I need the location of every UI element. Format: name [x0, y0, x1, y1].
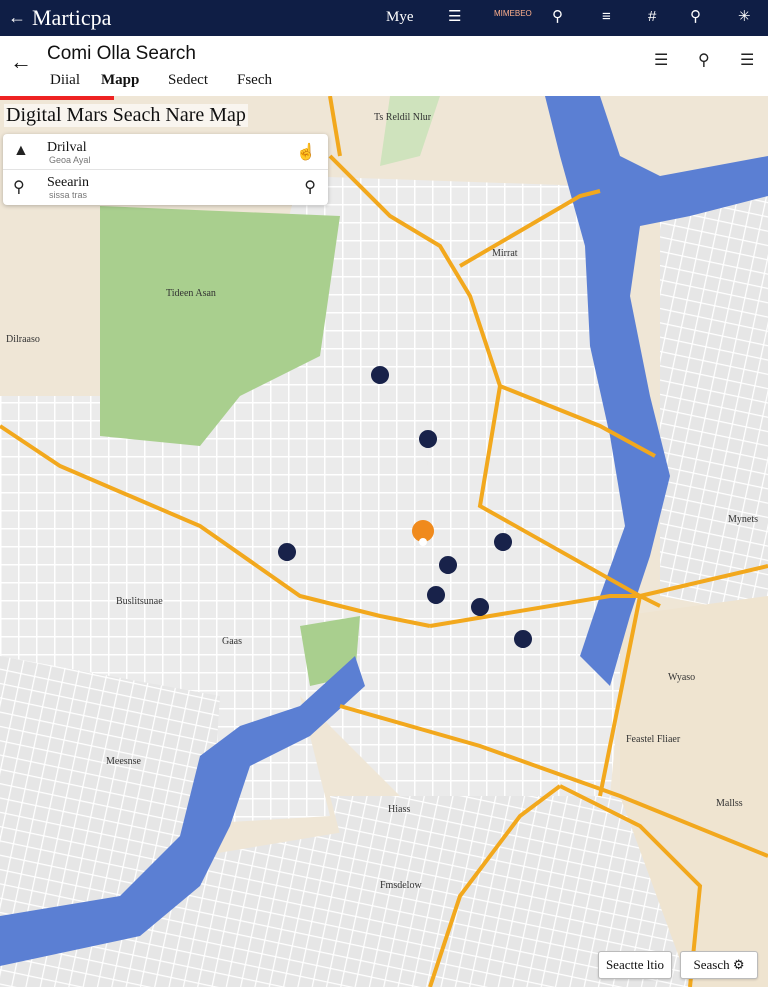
back-arrow-icon[interactable]: ←	[10, 49, 32, 75]
south-label: Hiass	[388, 804, 410, 815]
row-label: Drilval	[47, 140, 87, 155]
area-label: Gaas	[222, 636, 242, 647]
top-area-label: Ts Reldil Nlur	[374, 112, 432, 123]
hand-icon[interactable]: ☝	[296, 142, 316, 162]
top-bar: ← Marticpa Mye ☰ MIMEBEO ⚲ ≡ # ⚲ ✳	[0, 0, 768, 36]
search-panel: ▲ Drilval Geoa Ayal ☝ ⚲ Seearin sissa tr…	[3, 134, 328, 205]
location-icon: ▲	[13, 142, 29, 159]
tab-fsech[interactable]: Fsech	[237, 72, 272, 89]
row-sublabel: Geoa Ayal	[49, 155, 91, 165]
tab-diial[interactable]: Diial	[50, 72, 80, 89]
search-panel-row[interactable]: ▲ Drilval Geoa Ayal ☝	[3, 134, 328, 170]
search-icon[interactable]: ⚲	[304, 177, 316, 197]
app-title: Marticpa	[32, 5, 112, 30]
search-icon[interactable]: ⚲	[690, 7, 701, 27]
search-header: ← Comi Olla Search Diial Mapp Sedect Fse…	[0, 36, 768, 97]
mid-block-label: Mirrat	[492, 248, 518, 259]
arrow-left-icon[interactable]: ←	[8, 7, 26, 27]
east-label: Wyaso	[668, 672, 695, 683]
search-icon[interactable]: ⚲	[698, 50, 710, 70]
top-bar-label[interactable]: Mye	[386, 7, 414, 27]
map-canvas[interactable]: Tideen Asan Dilraaso Ts Reldil Nlur Mirr…	[0, 96, 768, 987]
search-here-button[interactable]: Seactte ltio	[598, 951, 672, 979]
southwest-label: Meesnse	[106, 756, 142, 767]
filter-icon: ⚙	[732, 957, 745, 972]
row-label: Seearin	[47, 175, 89, 190]
east-label-2: Feastel Fliaer	[626, 734, 681, 745]
filter-icon[interactable]: ≡	[602, 7, 611, 27]
selected-pin-center	[419, 538, 427, 546]
top-bar-tiny-text: MIMEBEO	[494, 9, 532, 18]
map-title: Digital Mars Seach Nare Map	[4, 104, 248, 127]
search-icon: ⚲	[13, 179, 25, 196]
hash-icon[interactable]: #	[648, 7, 656, 27]
tab-mapp[interactable]: Mapp	[101, 72, 139, 89]
area-center-label: Buslitsunae	[116, 596, 163, 607]
search-icon[interactable]: ⚲	[552, 7, 563, 27]
list-icon[interactable]: ☰	[654, 50, 668, 70]
tab-sedect[interactable]: Sedect	[168, 72, 208, 89]
urban-area-east	[660, 196, 768, 616]
district-label: Dilraaso	[6, 334, 40, 345]
network-icon[interactable]: ✳	[738, 7, 751, 27]
row-sublabel: sissa tras	[49, 190, 88, 200]
search-panel-row[interactable]: ⚲ Seearin sissa tras ⚲	[3, 169, 328, 204]
south-center-label: Fmsdelow	[380, 880, 422, 891]
south-label-2: Mallss	[716, 798, 743, 809]
page-title: Comi Olla Search	[47, 43, 196, 64]
search-button[interactable]: Seasch ⚙	[680, 951, 758, 979]
search-button-label: Seasch	[693, 957, 730, 972]
active-tab-indicator	[0, 96, 114, 100]
list-icon[interactable]: ☰	[448, 7, 461, 27]
menu-icon[interactable]: ☰	[740, 50, 754, 70]
river-label: Mynets	[728, 514, 758, 525]
park-label: Tideen Asan	[166, 288, 216, 299]
